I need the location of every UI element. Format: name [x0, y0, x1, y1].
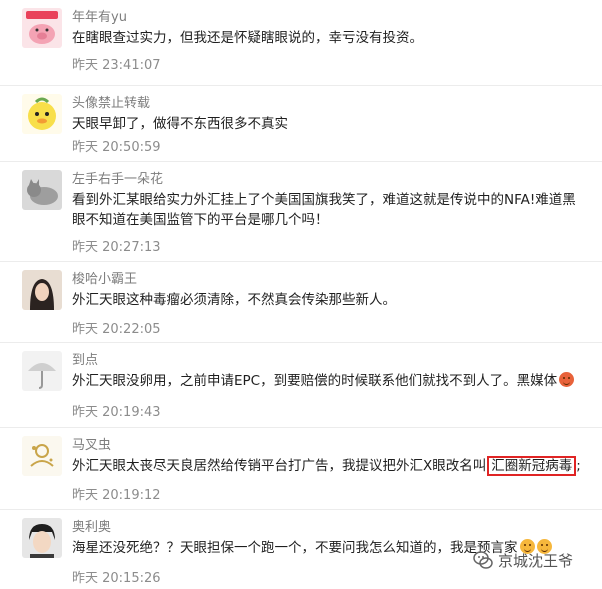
avatar[interactable]: [22, 436, 62, 476]
comment-item: 梭哈小霸王 外汇天眼这种毒瘤必须清除，不然真会传染那些新人。 昨天 20:22:…: [0, 262, 602, 343]
comment-item: 到点 外汇天眼没卵用，之前申请EPC，到要赔偿的时候联系他们就找不到人了。黑媒体…: [0, 343, 602, 428]
comment-timestamp: 昨天 23:41:07: [72, 58, 161, 73]
watermark: 京城沈王爷: [472, 549, 573, 571]
avatar[interactable]: [22, 170, 62, 210]
comment-username[interactable]: 到点: [72, 349, 98, 368]
comment-timestamp: 昨天 20:15:26: [72, 571, 161, 586]
highlighted-text: 汇圈新冠病毒: [487, 456, 577, 476]
boy-avatar-icon: [22, 518, 62, 558]
umbrella-avatar-icon: [22, 351, 62, 391]
comment-item: 马叉虫 外汇天眼太丧尽天良居然给传销平台打广告，我提议把外汇X眼改名叫 汇圈新冠病…: [0, 428, 602, 510]
calligraphy-avatar-icon: [22, 436, 62, 476]
comment-username[interactable]: 马叉虫: [72, 434, 111, 453]
comment-timestamp: 昨天 20:27:13: [72, 240, 161, 255]
comment-text-tail: ;: [576, 458, 581, 474]
watermark-text: 京城沈王爷: [498, 551, 574, 570]
comment-text-body: 外汇天眼没卵用，之前申请EPC，到要赔偿的时候联系他们就找不到人了。黑媒体: [72, 373, 558, 389]
comment-text: 外汇天眼没卵用，之前申请EPC，到要赔偿的时候联系他们就找不到人了。黑媒体: [72, 371, 587, 391]
comment-timestamp: 昨天 20:19:12: [72, 488, 161, 503]
comment-username[interactable]: 头像禁止转载: [72, 92, 150, 111]
avatar[interactable]: [22, 94, 62, 134]
comment-text: 外汇天眼这种毒瘤必须清除，不然真会传染那些新人。: [72, 292, 396, 308]
comment-timestamp: 昨天 20:22:05: [72, 322, 161, 337]
avatar[interactable]: [22, 351, 62, 391]
angry-emoji-icon: [559, 372, 575, 387]
wechat-icon: [473, 551, 493, 569]
comment-text: 看到外汇某眼给实力外汇挂上了个美国国旗我笑了，难道这就是传说中的NFA!难道黑眼…: [72, 192, 576, 228]
comment-item: 年年有yu 在瞎眼查过实力，但我还是怀疑瞎眼说的，幸亏没有投资。 昨天 23:4…: [0, 0, 602, 86]
avatar[interactable]: [22, 8, 62, 48]
comment-item: 左手右手一朵花 看到外汇某眼给实力外汇挂上了个美国国旗我笑了，难道这就是传说中的…: [0, 162, 602, 262]
comment-username[interactable]: 梭哈小霸王: [72, 268, 137, 287]
comment-username[interactable]: 年年有yu: [72, 6, 127, 25]
comment-text: 外汇天眼太丧尽天良居然给传销平台打广告，我提议把外汇X眼改名叫 汇圈新冠病毒;: [72, 456, 587, 476]
duck-avatar-icon: [22, 94, 62, 134]
comment-text: 天眼早卸了，做得不东西很多不真实: [72, 116, 288, 132]
comment-text: 在瞎眼查过实力，但我还是怀疑瞎眼说的，幸亏没有投资。: [72, 30, 423, 46]
pig-avatar-icon: [22, 8, 62, 48]
comment-text-body: 外汇天眼太丧尽天良居然给传销平台打广告，我提议把外汇X眼改名叫: [72, 458, 487, 474]
person-avatar-icon: [22, 270, 62, 310]
avatar[interactable]: [22, 518, 62, 558]
comment-timestamp: 昨天 20:19:43: [72, 405, 161, 420]
comment-username[interactable]: 奥利奥: [72, 516, 111, 535]
comment-item: 头像禁止转载 天眼早卸了，做得不东西很多不真实 昨天 20:50:59: [0, 86, 602, 162]
avatar[interactable]: [22, 270, 62, 310]
comment-timestamp: 昨天 20:50:59: [72, 140, 161, 155]
comment-text-body: 海星还没死绝？？天眼担保一个跑一个，不要问我怎么知道的，我是预言家: [72, 540, 518, 556]
cat-avatar-icon: [22, 170, 62, 210]
comment-username[interactable]: 左手右手一朵花: [72, 168, 163, 187]
